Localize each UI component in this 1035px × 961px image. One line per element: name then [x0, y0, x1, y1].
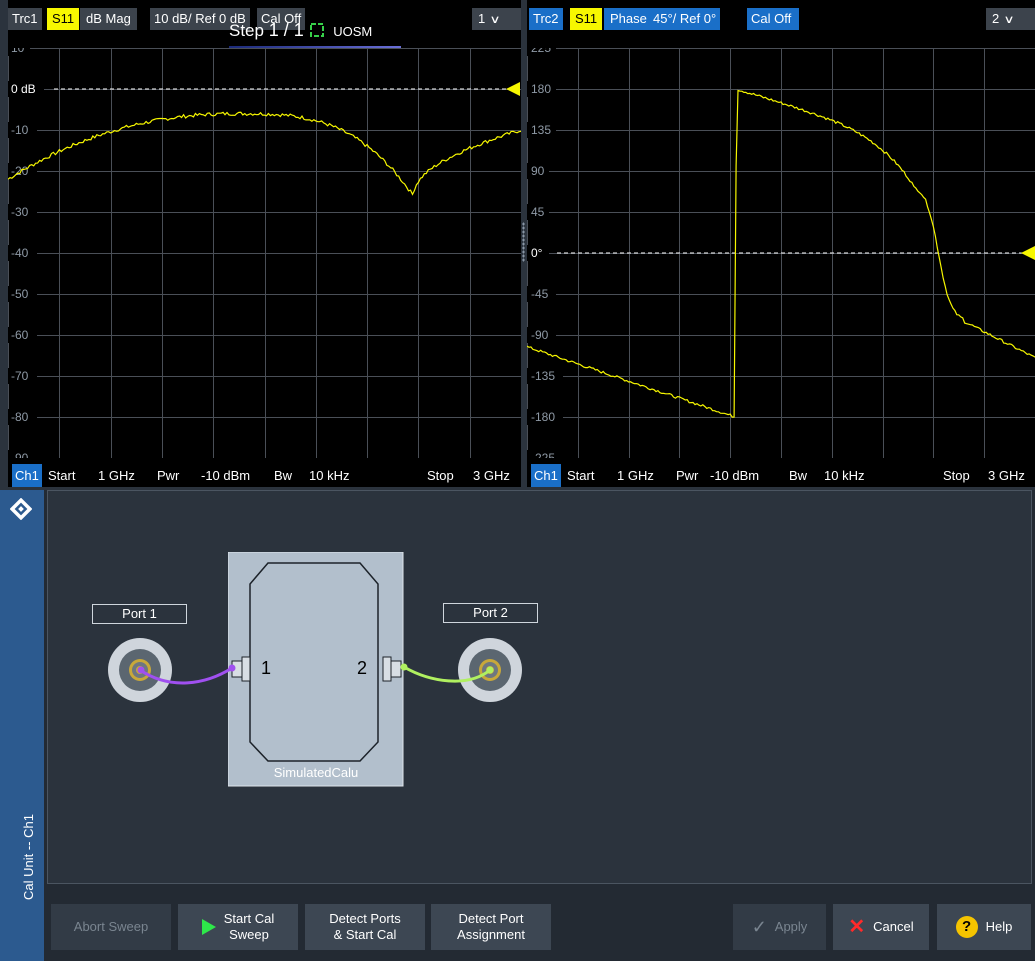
cal-step-indicator: Step 1 / 1 UOSM [229, 20, 373, 40]
play-icon [201, 919, 216, 935]
abort-sweep-button[interactable]: Abort Sweep [51, 904, 171, 950]
splitter-grip-icon[interactable] [522, 222, 525, 262]
port-1-connector-icon[interactable] [105, 637, 175, 707]
pwr-value-1[interactable]: -10 dBm [201, 464, 250, 487]
trace-scale-2[interactable]: 45°/ Ref 0° [649, 8, 721, 30]
start-label-1: Start [48, 468, 76, 483]
diagram-2-y-tick-label: 135 [531, 123, 551, 137]
bw-value-1[interactable]: 10 kHz [309, 464, 349, 487]
diagram-2-y-tick-label: -135 [531, 369, 555, 383]
cal-unit-name: SimulatedCalu [273, 765, 359, 780]
port-2-connector-icon[interactable] [455, 637, 525, 707]
cal-unit-port-1-label: 1 [261, 658, 272, 678]
trace-format-2[interactable]: Phase [604, 8, 653, 30]
diagram-1-y-tick-label: -20 [11, 164, 29, 178]
rohde-schwarz-logo-icon [10, 498, 32, 520]
start-value-2[interactable]: 1 GHz [617, 464, 654, 487]
diagram-1-y-tick-label: -50 [11, 287, 29, 301]
stop-value-2[interactable]: 3 GHz [988, 464, 1025, 487]
diagram-1-y-tick-label: -90 [11, 451, 29, 458]
diagram-2-y-tick-label: 180 [531, 82, 551, 96]
stop-label-2: Stop [943, 468, 970, 483]
trace-curve-1 [8, 111, 521, 196]
diagram-1-y-tick-label: -70 [11, 369, 29, 383]
trace-cal-2[interactable]: Cal Off [747, 8, 800, 30]
detect-ports-start-cal-button[interactable]: Detect Ports & Start Cal [305, 904, 425, 950]
diagram-selector-1[interactable]: 1 ∨ [472, 8, 521, 30]
diagram-2-y-tick-label: 0° [531, 246, 543, 260]
pwr-value-2[interactable]: -10 dBm [710, 464, 759, 487]
reference-marker-1[interactable] [506, 82, 520, 96]
plot-area-2: 225 180 135 90 45 0° -45 -90 -135 -180 -225 [527, 48, 1035, 458]
help-button[interactable]: ? Help [937, 904, 1031, 950]
pwr-label-2: Pwr [676, 468, 699, 483]
button-bar: Abort Sweep Start Cal Sweep Detect Ports &… [47, 894, 1035, 954]
channel-tag-2[interactable]: Ch1 [531, 464, 561, 487]
help-icon: ? [955, 916, 978, 938]
channel-footer-2: Ch1 Start 1 GHz Pwr -10 dBm Bw 10 kHz St… [527, 464, 1035, 487]
diagram-1-y-tick-label: -80 [11, 410, 29, 424]
pwr-label-1: Pwr [157, 468, 180, 483]
start-label-2: Start [567, 468, 595, 483]
channel-tag-1[interactable]: Ch1 [12, 464, 42, 487]
diagram-1-y-tick-label: -10 [11, 123, 29, 137]
diagram-1-y-tick-label: -30 [11, 205, 29, 219]
step-underline [229, 46, 401, 48]
calibration-panel: Cal Unit -- Ch1 Abort Sweep Start Cal Swe… [0, 490, 1035, 961]
diagram-2-y-tick-label: 90 [531, 164, 545, 178]
diagram-2-y-tick-label: -90 [531, 328, 549, 342]
close-icon: ✕ [848, 916, 866, 938]
trace-name-2[interactable]: Trc2 [529, 8, 563, 30]
diagram-2-y-tick-label: -225 [531, 451, 555, 458]
apply-button[interactable]: ✓ Apply [733, 904, 826, 950]
diagram-1-y-tick-label: -60 [11, 328, 29, 342]
stop-value-1[interactable]: 3 GHz [473, 464, 510, 487]
port-2-label: Port 2 [443, 603, 538, 623]
cal-unit-icon[interactable] [228, 552, 404, 788]
trace-format-1[interactable]: dB Mag [80, 8, 137, 30]
start-value-1[interactable]: 1 GHz [98, 464, 135, 487]
cal-unit-port-2-label: 2 [357, 658, 368, 678]
start-cal-sweep-button[interactable]: Start Cal Sweep [178, 904, 298, 950]
port-1-label: Port 1 [92, 604, 187, 624]
dock-side-label: Cal Unit -- Ch1 [21, 814, 36, 900]
plot-area-1: 10 0 dB -10 -20 -30 -40 -50 -60 -70 -80 -90 [8, 48, 521, 458]
reference-marker-2[interactable] [1021, 246, 1035, 260]
bw-label-1: Bw [274, 468, 293, 483]
diagram-2-y-tick-label: -180 [531, 410, 555, 424]
trace-name-1[interactable]: Trc1 [8, 8, 42, 30]
dock-sidebar[interactable]: Cal Unit -- Ch1 [0, 490, 44, 961]
chevron-down-icon: ∨ [489, 14, 501, 26]
channel-footer-1: Ch1 Start 1 GHz Pwr -10 dBm Bw 10 kHz St… [8, 464, 521, 487]
diagram-1-y-tick-label: 0 dB [11, 82, 36, 96]
cancel-button[interactable]: ✕ Cancel [833, 904, 929, 950]
diagram-2-y-tick-label: 225 [531, 48, 551, 55]
trace-param-1[interactable]: S11 [47, 8, 80, 30]
cal-type-icon [310, 23, 325, 37]
bw-label-2: Bw [789, 468, 808, 483]
diagram-2-y-tick-label: 45 [531, 205, 545, 219]
diagram-1-y-tick-label: -40 [11, 246, 29, 260]
trace-header-2: Trc2 S11 Phase 45°/ Ref 0° Cal Off 2 ∨ [527, 8, 1035, 30]
stop-label-1: Stop [427, 468, 454, 483]
detect-port-assignment-button[interactable]: Detect Port Assignment [431, 904, 551, 950]
chevron-down-icon: ∨ [1003, 14, 1015, 26]
checkmark-icon: ✓ [751, 917, 767, 937]
calibration-canvas [47, 490, 1032, 884]
bw-value-2[interactable]: 10 kHz [824, 464, 864, 487]
diagram-area-1[interactable]: Trc1 S11 dB Mag 10 dB/ Ref 0 dB Cal Off … [8, 0, 521, 487]
diagram-1-y-tick-label: 10 [11, 48, 25, 55]
trace-param-2[interactable]: S11 [570, 8, 603, 30]
diagram-2-y-tick-label: -45 [531, 287, 549, 301]
diagram-selector-2[interactable]: 2 ∨ [986, 8, 1035, 30]
diagram-area-2[interactable]: Trc2 S11 Phase 45°/ Ref 0° Cal Off 2 ∨ 22… [527, 0, 1035, 487]
